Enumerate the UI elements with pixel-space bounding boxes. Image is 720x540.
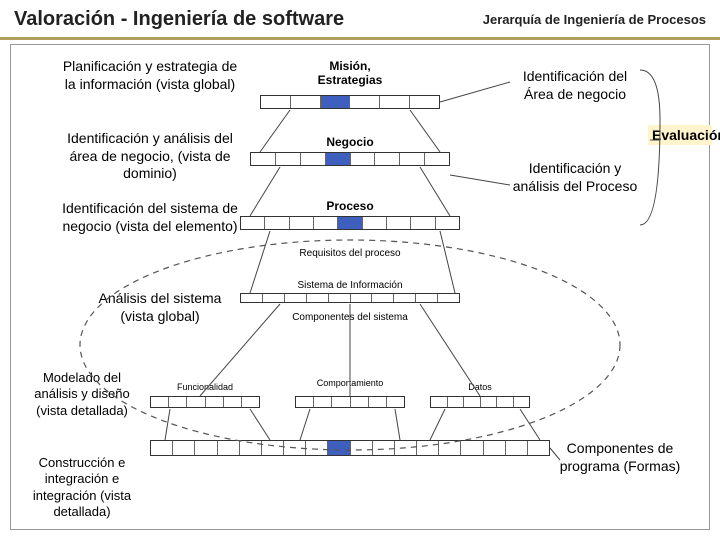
label-comp-programa: Componentes de programa (Formas) — [555, 440, 685, 475]
page-title: Valoración - Ingeniería de software — [14, 8, 344, 31]
page-subtitle: Jerarquía de Ingeniería de Procesos — [483, 12, 706, 27]
block-sistema-info: Sistema de Información — [280, 280, 420, 292]
ribbon-top — [260, 95, 440, 109]
label-construction: Construcción e integración e integración… — [22, 455, 142, 520]
ribbon-bottom — [150, 440, 550, 456]
block-requisitos: Requisitos del proceso — [290, 248, 410, 260]
block-proceso: Proceso — [300, 200, 400, 214]
ribbon-sistema — [240, 293, 460, 303]
label-modeling: Modelado del análisis y diseño (vista de… — [22, 370, 142, 419]
ribbon-proceso — [240, 216, 460, 230]
block-funcionalidad: Funcionalidad — [160, 382, 250, 392]
ribbon-negocio — [250, 152, 450, 166]
ribbon-func — [150, 396, 260, 408]
block-comportamiento: Comportamiento — [300, 378, 400, 388]
ribbon-datos — [430, 396, 530, 408]
label-ident-system: Identificación del sistema de negocio (v… — [60, 200, 240, 235]
block-componentes: Componentes del sistema — [290, 312, 410, 324]
label-sys-analysis: Análisis del sistema (vista global) — [80, 290, 240, 325]
ribbon-comp — [295, 396, 405, 408]
block-negocio: Negocio — [300, 136, 400, 150]
block-datos: Datos — [445, 382, 515, 392]
label-ident-area: Identificación del Área de negocio — [510, 68, 640, 103]
label-evaluacion: Evaluación — [648, 125, 712, 145]
label-planning: Planificación y estrategia de la informa… — [60, 58, 240, 93]
label-ident-proceso: Identificación y análisis del Proceso — [510, 160, 640, 195]
block-mision: Misión, — [290, 60, 410, 74]
block-estrategias: Estrategias — [290, 74, 410, 88]
label-ident-analysis: Identificación y análisis del área de ne… — [60, 130, 240, 183]
